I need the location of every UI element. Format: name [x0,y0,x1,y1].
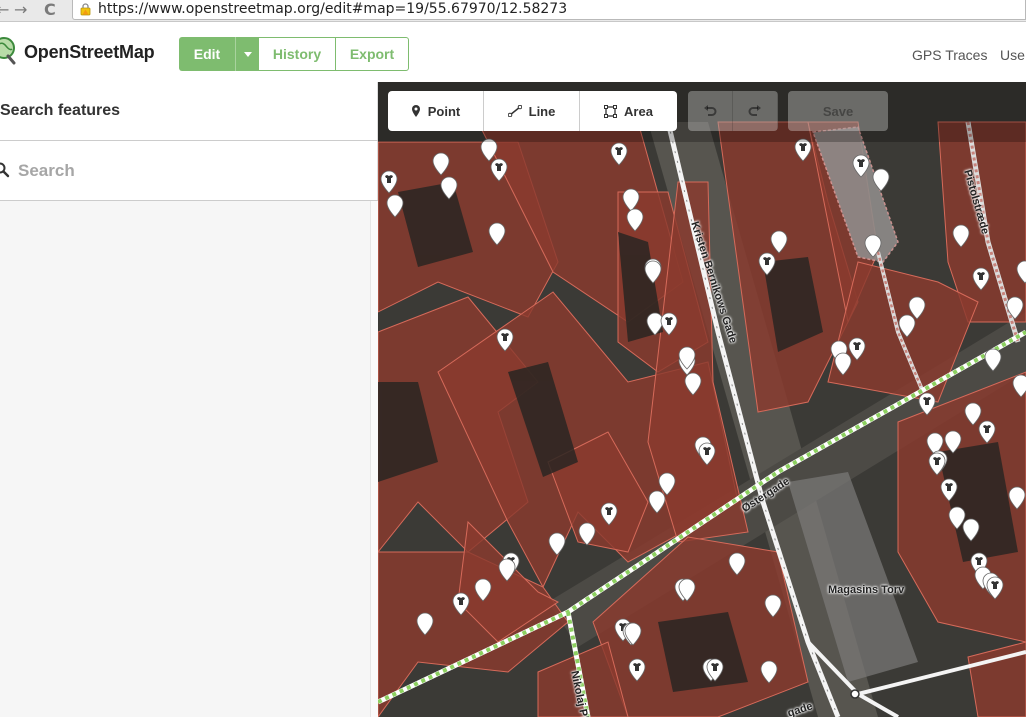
poi-pin-icon[interactable] [918,392,936,416]
save-button[interactable]: Save [788,91,888,131]
poi-pin-icon[interactable] [940,478,958,502]
browser-toolbar: ← → C https://www.openstreetmap.org/edit… [0,0,1026,22]
poi-pin-icon[interactable] [758,252,776,276]
search-features-input[interactable] [18,158,358,184]
poi-pin-icon[interactable] [852,154,870,178]
poi-pin-icon[interactable] [864,234,882,258]
poi-pin-icon[interactable] [678,346,696,370]
area-icon [604,104,618,118]
add-line-label: Line [528,103,556,119]
poi-pin-icon[interactable] [498,558,516,582]
edit-button[interactable]: Edit [179,37,235,71]
poi-pin-icon[interactable] [848,337,866,361]
poi-pin-icon[interactable] [872,168,890,192]
map-canvas[interactable]: Kristen Bernikows Gade Pistolstræde Øste… [378,82,1026,717]
undo-icon [704,105,717,116]
undo-redo-group [688,91,778,131]
add-point-button[interactable]: Point [388,91,484,131]
poi-pin-icon[interactable] [628,658,646,682]
point-icon [411,105,420,117]
poi-pin-icon[interactable] [488,222,506,246]
poi-pin-icon[interactable] [684,372,702,396]
poi-pin-icon[interactable] [452,592,470,616]
user-diaries-link[interactable]: Use [1000,47,1025,63]
poi-pin-icon[interactable] [728,552,746,576]
edit-history-export-group: Edit History Export [179,37,409,71]
poi-pin-icon[interactable] [678,578,696,602]
poi-pin-icon[interactable] [600,502,618,526]
url-text: https://www.openstreetmap.org/edit#map=1… [98,1,568,17]
reload-button[interactable]: C [44,1,56,19]
add-area-button[interactable]: Area [580,91,677,131]
poi-pin-icon[interactable] [610,142,628,166]
line-icon [507,105,522,117]
poi-pin-icon[interactable] [952,224,970,248]
poi-pin-icon[interactable] [972,267,990,291]
sidebar-title: Search features [0,102,121,119]
poi-pin-icon[interactable] [984,348,1002,372]
poi-pin-icon[interactable] [660,312,678,336]
undo-button[interactable] [688,91,733,131]
forward-button[interactable]: → [14,1,27,19]
poi-pin-icon[interactable] [978,420,996,444]
poi-pin-icon[interactable] [706,658,724,682]
warning-lock-icon [80,3,91,16]
redo-icon [748,105,761,116]
caret-down-icon [243,51,252,57]
site-logo-text[interactable]: OpenStreetMap [24,42,155,63]
osm-edit-page: ← → C https://www.openstreetmap.org/edit… [0,0,1026,717]
address-bar[interactable]: https://www.openstreetmap.org/edit#map=1… [72,0,1026,20]
history-button[interactable]: History [259,37,336,71]
poi-pin-icon[interactable] [644,260,662,284]
poi-pin-icon[interactable] [962,518,980,542]
poi-pin-icon[interactable] [1012,374,1026,398]
export-button[interactable]: Export [335,37,409,71]
poi-pin-icon[interactable] [986,576,1004,600]
poi-pin-icon[interactable] [928,452,946,476]
site-header: OpenStreetMap Edit History Export GPS Tr… [0,22,1026,82]
add-line-button[interactable]: Line [484,91,580,131]
edit-dropdown-button[interactable] [235,37,259,71]
poi-pin-icon[interactable] [440,176,458,200]
poi-pin-icon[interactable] [770,230,788,254]
poi-pin-icon[interactable] [698,442,716,466]
street-label-magasins-torv: Magasins Torv [828,584,905,596]
poi-pin-icon[interactable] [386,194,404,218]
search-icon [0,162,10,178]
back-button[interactable]: ← [0,1,9,19]
add-feature-group: Point Line Area [388,91,677,131]
poi-pin-icon[interactable] [760,660,778,684]
poi-pin-icon[interactable] [624,622,642,646]
poi-pin-icon[interactable] [490,158,508,182]
sidebar-scrollbar[interactable] [370,201,378,717]
poi-pin-icon[interactable] [764,594,782,618]
poi-pin-icon[interactable] [1008,486,1026,510]
divider [0,140,378,141]
poi-pin-icon[interactable] [496,328,514,352]
poi-pin-icon[interactable] [380,170,398,194]
poi-pin-icon[interactable] [1016,260,1026,284]
redo-button[interactable] [733,91,778,131]
poi-pin-icon[interactable] [648,490,666,514]
poi-pin-icon[interactable] [626,208,644,232]
add-area-label: Area [624,103,653,119]
poi-pin-icon[interactable] [432,152,450,176]
gps-traces-link[interactable]: GPS Traces [912,47,987,63]
poi-pin-icon[interactable] [578,522,596,546]
sidebar: Search features [0,82,378,717]
poi-pin-icon[interactable] [416,612,434,636]
osm-logo-icon[interactable] [0,37,18,65]
poi-pin-icon[interactable] [474,578,492,602]
add-point-label: Point [427,103,461,119]
poi-pin-icon[interactable] [908,296,926,320]
poi-pin-icon[interactable] [1006,296,1024,320]
feature-list-area [0,201,378,717]
poi-pin-icon[interactable] [548,532,566,556]
